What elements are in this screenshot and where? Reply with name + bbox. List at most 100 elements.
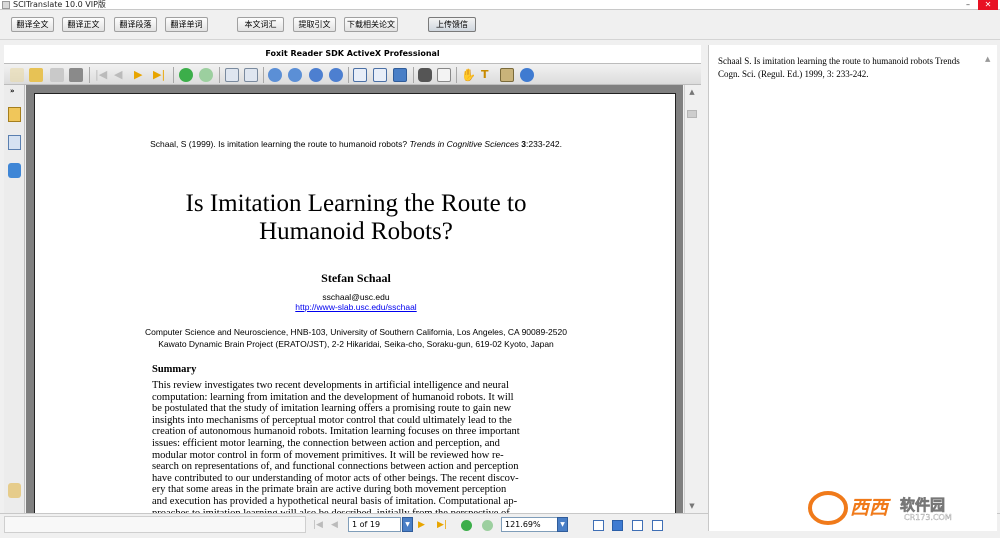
vocabulary-button[interactable]: 本文词汇 <box>237 17 284 32</box>
fit-width-icon[interactable] <box>393 68 407 82</box>
author-url-link[interactable]: http://www-slab.usc.edu/sschaal <box>35 302 677 312</box>
go-forward-icon[interactable] <box>482 520 493 531</box>
translate-body-button[interactable]: 翻译正文 <box>62 17 105 32</box>
site-watermark: 西西 软件园 CR173.COM <box>804 490 984 526</box>
translate-word-button[interactable]: 翻译单词 <box>165 17 208 32</box>
extract-citation-button[interactable]: 提取引文 <box>293 17 336 32</box>
single-page-icon[interactable] <box>593 520 604 531</box>
separator <box>456 67 457 83</box>
go-back-icon[interactable] <box>179 68 193 82</box>
title-bar: SCITranslate 10.0 VIP版 – ✕ <box>0 0 1000 10</box>
translate-paragraph-button[interactable]: 翻译段落 <box>114 17 157 32</box>
first-page-icon[interactable]: |◀ <box>313 520 324 531</box>
thumbnails-panel-icon[interactable] <box>8 135 21 150</box>
summary-line: and execution has provided a hypothetica… <box>152 496 518 507</box>
print-icon[interactable] <box>69 68 83 82</box>
zoom-field[interactable]: 121.69% <box>501 517 558 532</box>
scroll-thumb[interactable] <box>687 110 697 118</box>
affiliation-line: Computer Science and Neuroscience, HNB-1… <box>145 327 567 337</box>
zoom-dropdown-icon[interactable]: ▼ <box>557 517 568 532</box>
separator <box>348 67 349 83</box>
scroll-down-icon[interactable]: ▼ <box>687 501 697 511</box>
close-icon[interactable]: ✕ <box>978 0 998 10</box>
app-icon <box>2 1 10 9</box>
zoom-minus-icon[interactable] <box>329 68 343 82</box>
attachments-panel-icon[interactable] <box>8 483 21 498</box>
hand-tool-icon[interactable]: ✋ <box>461 68 476 82</box>
window-title: SCITranslate 10.0 VIP版 <box>13 0 106 9</box>
summary-line: creation of autonomous humanoid robots. … <box>152 426 520 438</box>
summary-line: modular motor control in form of movemen… <box>152 449 504 461</box>
prev-page-icon[interactable]: ◀ <box>331 520 342 531</box>
first-page-icon[interactable]: |◀ <box>95 68 109 82</box>
separator <box>173 67 174 83</box>
last-page-icon[interactable]: ▶| <box>437 520 448 531</box>
separator <box>219 67 220 83</box>
continuous-facing-icon[interactable] <box>652 520 663 531</box>
minimize-icon[interactable]: – <box>958 0 978 10</box>
about-icon[interactable] <box>520 68 534 82</box>
translation-panel[interactable]: Schaal S. Is imitation learning the rout… <box>708 45 997 531</box>
open-folder-icon[interactable] <box>10 68 24 82</box>
summary-line: insights into mechanisms of perceptual m… <box>152 414 512 426</box>
navigation-panel: » <box>4 85 25 513</box>
zoom-out-icon[interactable] <box>288 68 302 82</box>
pdf-page: Schaal, S (1999). Is imitation learning … <box>34 93 676 513</box>
page-number-field[interactable]: 1 of 19 <box>348 517 401 532</box>
paper-title: Is Imitation Learning the Route to Human… <box>185 190 527 245</box>
zoom-in-icon[interactable] <box>268 68 282 82</box>
affiliation-line: Kawato Dynamic Brain Project (ERATO/JST)… <box>158 339 554 349</box>
collapse-arrow-icon[interactable]: » <box>10 87 15 95</box>
save-icon[interactable] <box>29 68 43 82</box>
bookmark-icon[interactable] <box>437 68 451 82</box>
author-email: sschaal@usc.edu <box>322 292 390 302</box>
upload-feedback-button[interactable]: 上传馈信 <box>428 17 476 32</box>
document-scrollbar[interactable]: ▲ ▼ <box>684 85 698 513</box>
summary-line: search on representations of, and functi… <box>152 461 519 473</box>
summary-line: ery that some areas in the primate brain… <box>152 484 507 496</box>
summary-line: have contributed to our understanding of… <box>152 472 519 484</box>
text-select-icon[interactable]: T <box>481 68 495 82</box>
continuous-page-icon[interactable] <box>612 520 623 531</box>
go-back-icon[interactable] <box>461 520 472 531</box>
zoom-plus-icon[interactable] <box>309 68 323 82</box>
viewer-title: Foxit Reader SDK ActiveX Professional <box>4 45 701 63</box>
separator <box>413 67 414 83</box>
next-page-icon[interactable]: ▶ <box>418 520 429 531</box>
summary-heading: Summary <box>152 364 197 375</box>
snapshot-icon[interactable] <box>500 68 514 82</box>
citation-line: Schaal, S (1999). Is imitation learning … <box>150 139 562 149</box>
separator <box>263 67 264 83</box>
find-icon[interactable] <box>418 68 432 82</box>
download-related-button[interactable]: 下载相关论文 <box>344 17 398 32</box>
citation-text: Schaal S. Is imitation learning the rout… <box>718 56 960 79</box>
summary-line: computation: learning from imitation and… <box>152 391 514 403</box>
translate-full-button[interactable]: 翻译全文 <box>11 17 54 32</box>
horizontal-scrollbar[interactable] <box>4 516 306 533</box>
watermark-site: CR173.COM <box>904 513 952 522</box>
summary-line: be postulated that the study of imitatio… <box>152 403 512 415</box>
summary-line: This review investigates two recent deve… <box>152 380 509 391</box>
last-page-icon[interactable]: ▶| <box>153 68 167 82</box>
rotate-right-icon[interactable] <box>244 68 258 82</box>
document-view[interactable]: Schaal, S (1999). Is imitation learning … <box>26 85 683 513</box>
rotate-left-icon[interactable] <box>225 68 239 82</box>
layers-panel-icon[interactable] <box>8 163 21 178</box>
go-forward-icon[interactable] <box>199 68 213 82</box>
facing-page-icon[interactable] <box>632 520 643 531</box>
next-page-icon[interactable]: ▶ <box>134 68 148 82</box>
separator <box>89 67 90 83</box>
page-dropdown-icon[interactable]: ▼ <box>402 517 413 532</box>
prev-page-icon[interactable]: ◀ <box>114 68 128 82</box>
scroll-up-icon[interactable]: ▲ <box>687 87 697 97</box>
paper-author: Stefan Schaal <box>321 271 391 285</box>
summary-line: issues: efficient motor learning, the co… <box>152 438 500 449</box>
watermark-logo-text: 西西 <box>850 497 889 519</box>
bookmarks-panel-icon[interactable] <box>8 107 21 122</box>
actual-size-icon[interactable] <box>353 68 367 82</box>
panel-scroll-up-icon[interactable]: ▲ <box>985 55 993 63</box>
watermark-logo-icon <box>808 491 848 525</box>
document-icon[interactable] <box>50 68 64 82</box>
fit-page-icon[interactable] <box>373 68 387 82</box>
viewer-toolbar: |◀ ◀ ▶ ▶| ✋ T <box>4 63 701 85</box>
